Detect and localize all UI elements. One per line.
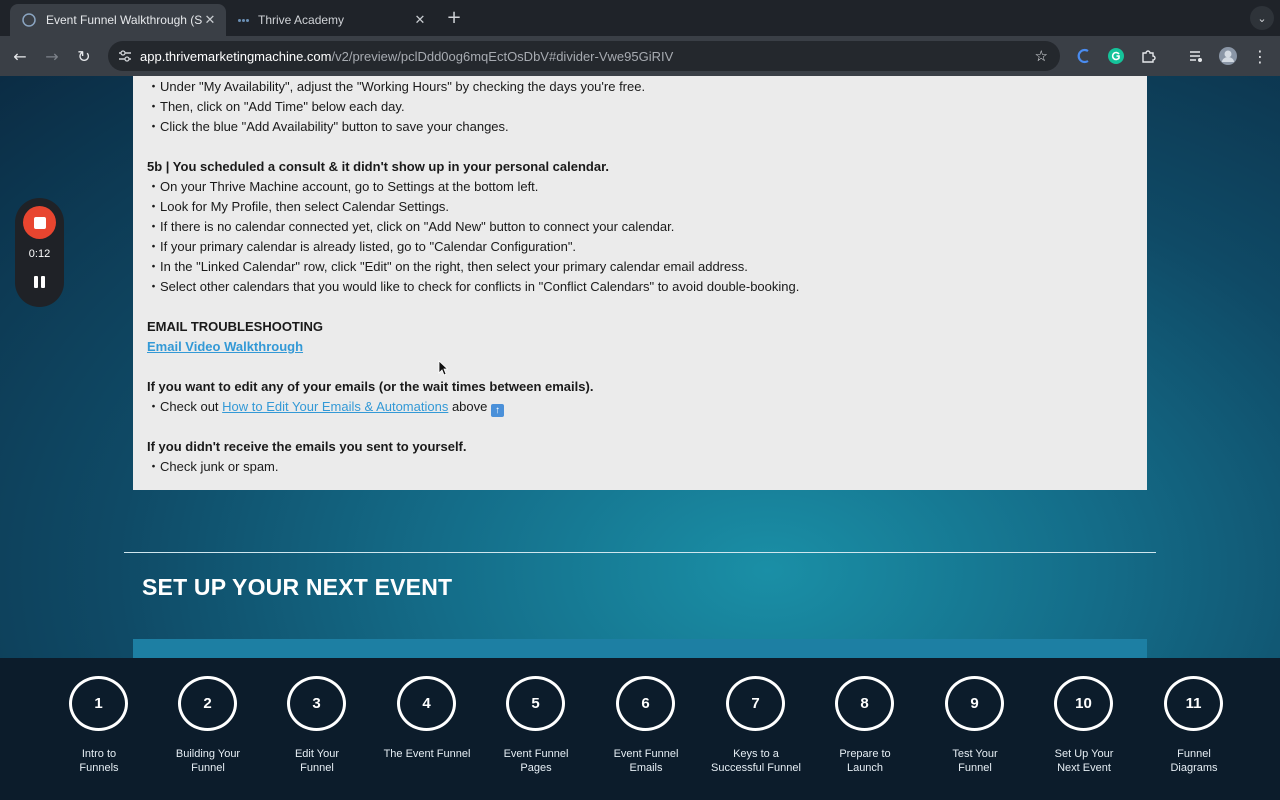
pause-icon[interactable] <box>33 276 46 289</box>
grammarly-icon[interactable] <box>1106 46 1126 66</box>
troubleshooting-card: ・Under "My Availability", adjust the "Wo… <box>133 76 1147 490</box>
section-heading: If you want to edit any of your emails (… <box>147 379 594 394</box>
email-video-walkthrough-link[interactable]: Email Video Walkthrough <box>147 337 303 357</box>
step-label: Test Your Funnel <box>952 748 998 774</box>
tab-close-icon[interactable]: ✕ <box>202 12 218 28</box>
tab-title: Thrive Academy <box>258 13 345 27</box>
new-tab-plus-icon[interactable]: + <box>444 8 464 28</box>
tab-event-funnel-walkthrough[interactable]: Event Funnel Walkthrough (S ✕ <box>10 4 226 36</box>
media-controls-icon[interactable] <box>1186 46 1206 66</box>
recording-timer: 0:12 <box>28 248 51 260</box>
mouse-cursor-icon <box>438 360 448 376</box>
tab-search-chevron-icon[interactable]: ⌄ <box>1250 6 1274 30</box>
step-10[interactable]: 10 Set Up Your Next Event <box>1029 658 1139 800</box>
site-settings-icon[interactable] <box>118 49 132 63</box>
url-host: app.thrivemarketingmachine.com <box>140 48 332 64</box>
text-line: ・Then, click on "Add Time" below each da… <box>147 99 405 114</box>
step-number: 10 <box>1054 676 1113 731</box>
text-line: ・If there is no calendar connected yet, … <box>147 219 675 234</box>
step-label: Set Up Your Next Event <box>1054 748 1114 774</box>
browser-menu-icon[interactable]: ⋮ <box>1250 46 1270 66</box>
step-number: 3 <box>287 676 346 731</box>
step-label: Prepare to Launch <box>839 748 891 774</box>
email-troubleshooting-heading: EMAIL TROUBLESHOOTING <box>147 319 323 334</box>
reload-icon[interactable]: ↻ <box>72 44 96 68</box>
step-number: 2 <box>178 676 237 731</box>
browser-tab-strip: Event Funnel Walkthrough (S ✕ Thrive Aca… <box>0 0 1280 36</box>
text-line: ・Select other calendars that you would l… <box>147 279 800 294</box>
address-bar[interactable]: app.thrivemarketingmachine.com/v2/previe… <box>108 41 1060 71</box>
step-label: Event Funnel Emails <box>613 748 679 774</box>
text-line: ・Click the blue "Add Availability" butto… <box>147 119 509 134</box>
text-line: ・Under "My Availability", adjust the "Wo… <box>147 79 646 94</box>
back-arrow-icon[interactable]: ← <box>8 44 32 68</box>
url-path: /v2/preview/pclDdd0og6mqEctOsDbV#divider… <box>331 48 674 64</box>
edit-emails-automations-link[interactable]: How to Edit Your Emails & Automations <box>222 399 448 414</box>
forward-arrow-icon[interactable]: → <box>40 44 64 68</box>
stop-recording-button[interactable] <box>23 206 56 239</box>
browser-toolbar: ← → ↻ app.thrivemarketingmachine.com/v2/… <box>0 36 1280 76</box>
page-favicon-icon <box>22 13 36 27</box>
stop-icon <box>33 216 46 229</box>
step-5[interactable]: 5 Event Funnel Pages <box>481 658 591 800</box>
step-number: 7 <box>726 676 785 731</box>
step-4[interactable]: 4 The Event Funnel <box>372 658 482 800</box>
step-label: Event Funnel Pages <box>503 748 569 774</box>
thrive-favicon-icon <box>238 13 252 27</box>
step-number: 6 <box>616 676 675 731</box>
up-arrow-icon: ↑ <box>491 404 504 417</box>
step-9[interactable]: 9 Test Your Funnel <box>920 658 1030 800</box>
text-line: ・In the "Linked Calendar" row, click "Ed… <box>147 259 748 274</box>
step-number: 4 <box>397 676 456 731</box>
step-label: Keys to a Successful Funnel <box>711 748 801 774</box>
page-content: ・Under "My Availability", adjust the "Wo… <box>0 76 1280 658</box>
step-label: Funnel Diagrams <box>1170 748 1218 774</box>
tab-thrive-academy[interactable]: Thrive Academy ✕ <box>228 4 436 36</box>
text-line: ・Look for My Profile, then select Calend… <box>147 199 450 214</box>
step-2[interactable]: 2 Building Your Funnel <box>153 658 263 800</box>
profile-avatar-icon[interactable] <box>1218 46 1238 66</box>
next-event-card <box>133 639 1147 658</box>
section-title: SET UP YOUR NEXT EVENT <box>142 574 453 600</box>
step-number: 11 <box>1164 676 1223 731</box>
text-prefix: ・Check out <box>147 399 223 414</box>
section-divider <box>124 552 1156 553</box>
text-line: ・If your primary calendar is already lis… <box>147 239 577 254</box>
text-suffix: above <box>448 399 491 414</box>
step-3[interactable]: 3 Edit Your Funnel <box>262 658 372 800</box>
text-line: ・On your Thrive Machine account, go to S… <box>147 179 539 194</box>
step-6[interactable]: 6 Event Funnel Emails <box>591 658 701 800</box>
section-heading: 5b | You scheduled a consult & it didn't… <box>147 159 610 174</box>
step-label: The Event Funnel <box>383 748 471 760</box>
bookmark-star-icon[interactable]: ☆ <box>1035 47 1048 65</box>
step-number: 8 <box>835 676 894 731</box>
step-1[interactable]: 1 Intro to Funnels <box>44 658 154 800</box>
extension-c-icon[interactable] <box>1074 46 1094 66</box>
section-heading: If you didn't receive the emails you sen… <box>147 439 467 454</box>
step-7[interactable]: 7 Keys to a Successful Funnel <box>701 658 811 800</box>
funnel-steps-nav: 1 Intro to Funnels 2 Building Your Funnel … <box>0 658 1280 800</box>
screen-recorder-widget: 0:12 <box>15 198 64 307</box>
step-8[interactable]: 8 Prepare to Launch <box>810 658 920 800</box>
step-number: 1 <box>69 676 128 731</box>
extensions-puzzle-icon[interactable] <box>1138 46 1158 66</box>
tab-close-icon[interactable]: ✕ <box>412 12 428 28</box>
step-label: Intro to Funnels <box>79 748 119 774</box>
step-number: 5 <box>506 676 565 731</box>
step-11[interactable]: 11 Funnel Diagrams <box>1139 658 1249 800</box>
step-number: 9 <box>945 676 1004 731</box>
text-line: ・Check junk or spam. <box>147 459 279 474</box>
text-line: ・Check out How to Edit Your Emails & Aut… <box>147 397 504 417</box>
tab-title: Event Funnel Walkthrough (S <box>46 13 202 27</box>
step-label: Edit Your Funnel <box>294 748 340 774</box>
step-label: Building Your Funnel <box>175 748 241 774</box>
